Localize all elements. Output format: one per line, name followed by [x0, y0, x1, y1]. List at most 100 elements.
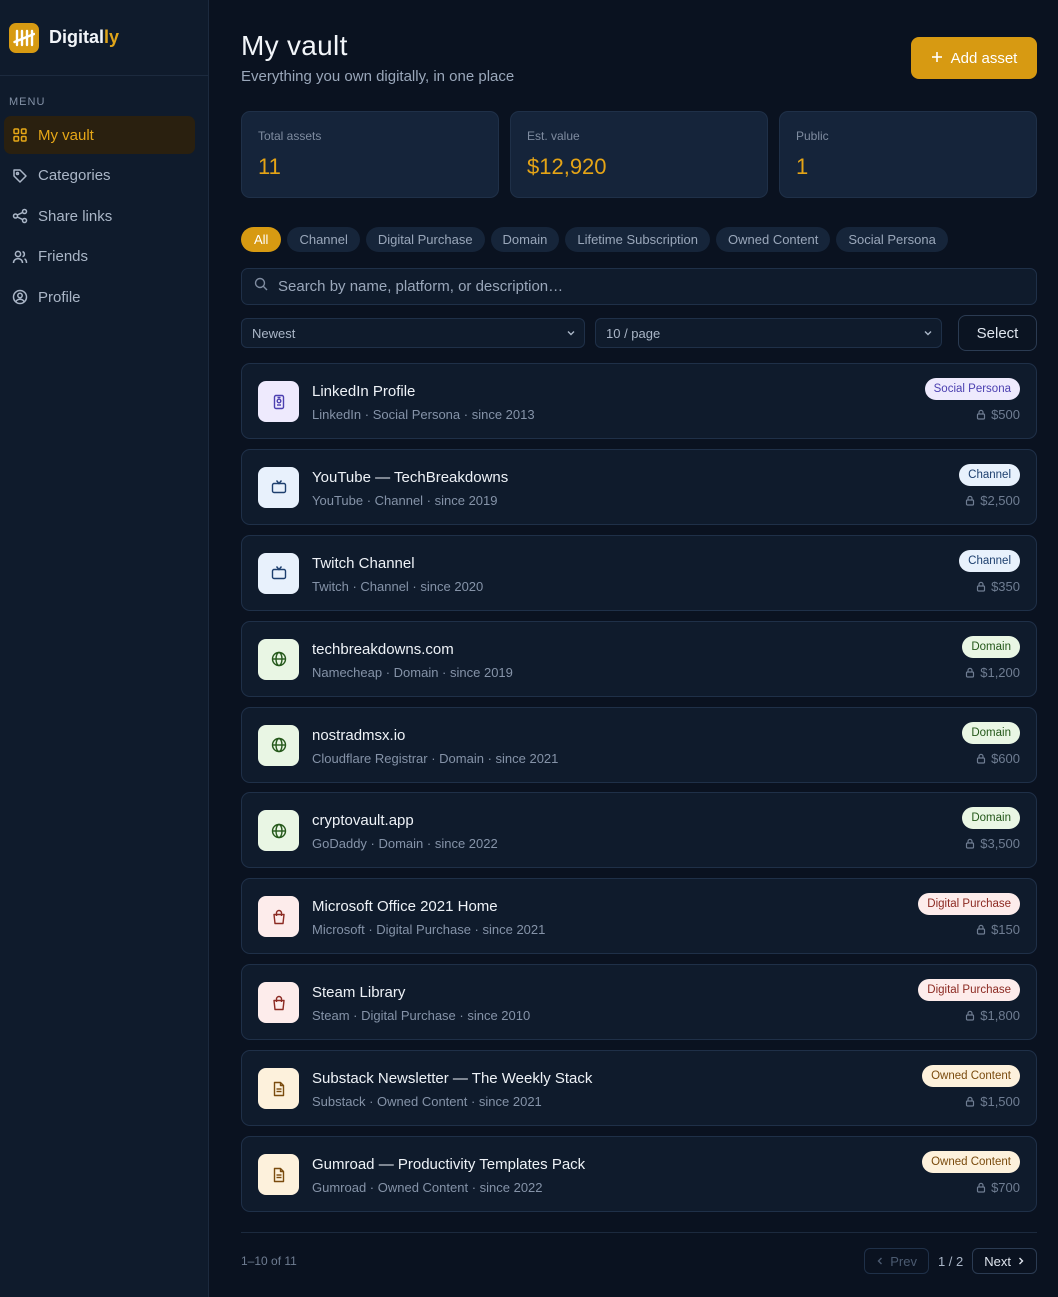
- lock-icon: [965, 495, 975, 506]
- asset-meta: Gumroad · Owned Content · since 2022: [312, 1180, 543, 1196]
- asset-meta: Microsoft · Digital Purchase · since 202…: [312, 922, 546, 938]
- share-icon: [11, 207, 29, 225]
- shopping-bag-icon: [258, 896, 299, 938]
- lock-icon: [976, 753, 986, 764]
- search-icon: [254, 277, 268, 296]
- category-badge: Domain: [962, 721, 1020, 744]
- filter-chip-lifetime-subscription[interactable]: Lifetime Subscription: [565, 227, 711, 252]
- sidebar-item-share-links[interactable]: Share links: [4, 197, 195, 235]
- asset-value: $1,500: [965, 1094, 1020, 1109]
- filter-chip-owned-content[interactable]: Owned Content: [716, 227, 831, 252]
- asset-row[interactable]: Gumroad — Productivity Templates Pack Gum…: [241, 1136, 1037, 1213]
- asset-value: $1,800: [965, 1008, 1020, 1023]
- asset-meta: Steam · Digital Purchase · since 2010: [312, 1008, 531, 1024]
- filter-chip-domain[interactable]: Domain: [490, 227, 560, 252]
- document-icon: [258, 1154, 299, 1196]
- asset-value-amount: $1,500: [980, 1094, 1020, 1110]
- stat-total-assets: Total assets 11: [241, 111, 499, 198]
- sidebar-item-friends[interactable]: Friends: [4, 238, 195, 276]
- asset-value: $350: [976, 579, 1020, 594]
- asset-title: Gumroad — Productivity Templates Pack: [312, 1156, 586, 1174]
- divider: [241, 1232, 1037, 1233]
- asset-meta: GoDaddy · Domain · since 2022: [312, 836, 498, 852]
- stat-public: Public 1: [779, 111, 1037, 198]
- shopping-bag-icon: [258, 982, 299, 1024]
- stat-label: Public: [796, 129, 829, 143]
- asset-row[interactable]: nostradmsx.io Cloudflare Registrar · Doma…: [241, 706, 1037, 783]
- filter-chip-all[interactable]: All: [241, 227, 282, 252]
- asset-value: $150: [976, 922, 1020, 937]
- asset-row[interactable]: techbreakdowns.com Namecheap · Domain · s…: [241, 620, 1037, 697]
- asset-row[interactable]: Microsoft Office 2021 Home Microsoft · Di…: [241, 878, 1037, 955]
- asset-row[interactable]: YouTube — TechBreakdowns YouTube · Channe…: [241, 448, 1037, 525]
- asset-title: Steam Library: [312, 984, 406, 1002]
- lock-icon: [965, 838, 975, 850]
- sidebar-item-label: Categories: [38, 167, 111, 184]
- filter-chip-social-persona[interactable]: Social Persona: [836, 227, 948, 252]
- sidebar-item-label: Share links: [38, 207, 113, 225]
- add-asset-button[interactable]: Add asset: [911, 37, 1037, 79]
- category-badge: Owned Content: [922, 1065, 1020, 1088]
- asset-title: LinkedIn Profile: [312, 383, 416, 400]
- asset-row[interactable]: Twitch Channel Twitch · Channel · since 2…: [241, 534, 1037, 611]
- sidebar-item-label: My vault: [38, 126, 94, 144]
- menu-label: MENU: [9, 96, 46, 108]
- asset-value-amount: $700: [991, 1180, 1020, 1196]
- asset-value: $1,200: [965, 665, 1020, 680]
- sidebar-item-label: Friends: [38, 248, 89, 265]
- asset-value: $3,500: [965, 836, 1020, 851]
- category-badge: Channel: [959, 463, 1020, 486]
- asset-meta: Namecheap · Domain · since 2019: [312, 664, 513, 680]
- asset-title: nostradmsx.io: [312, 726, 406, 744]
- lock-icon: [965, 1010, 975, 1021]
- asset-row[interactable]: cryptovault.app GoDaddy · Domain · since …: [241, 792, 1037, 869]
- sort-select-value: Newest: [252, 325, 296, 341]
- sidebar-item-profile[interactable]: Profile: [4, 278, 195, 316]
- next-page-button[interactable]: Next: [972, 1248, 1037, 1274]
- document-icon: [258, 1068, 299, 1110]
- filter-chip-channel[interactable]: Channel: [287, 227, 360, 252]
- stat-label: Total assets: [258, 129, 322, 143]
- page-size-select[interactable]: 10 / page: [595, 318, 942, 348]
- brand[interactable]: Digitally: [0, 0, 208, 76]
- asset-row[interactable]: LinkedIn Profile LinkedIn · Social Person…: [241, 363, 1037, 439]
- asset-title: cryptovault.app: [312, 812, 414, 830]
- pagination-range: 1–10 of 11: [241, 1254, 297, 1268]
- page-title: My vault: [241, 30, 348, 61]
- lock-icon: [976, 1182, 986, 1193]
- logo-icon: [9, 22, 39, 53]
- category-filter-chips: All Channel Digital Purchase Domain Life…: [241, 227, 948, 252]
- sidebar-item-my-vault[interactable]: My vault: [4, 116, 195, 154]
- lock-icon: [976, 581, 986, 592]
- asset-row[interactable]: Steam Library Steam · Digital Purchase · …: [241, 964, 1037, 1041]
- filter-chip-digital-purchase[interactable]: Digital Purchase: [365, 227, 485, 252]
- globe-icon: [258, 724, 299, 766]
- asset-value: $700: [976, 1180, 1020, 1195]
- asset-meta: Substack · Owned Content · since 2021: [312, 1094, 542, 1110]
- sort-select[interactable]: Newest: [241, 318, 585, 348]
- category-badge: Domain: [962, 807, 1020, 830]
- asset-row[interactable]: Substack Newsletter — The Weekly Stack Su…: [241, 1050, 1037, 1127]
- stat-value: 1: [796, 154, 809, 179]
- stat-est-value: Est. value $12,920: [510, 111, 768, 198]
- lock-icon: [976, 409, 986, 420]
- prev-page-button[interactable]: Prev: [864, 1248, 929, 1274]
- search-input[interactable]: [278, 278, 1018, 295]
- asset-title: Substack Newsletter — The Weekly Stack: [312, 1070, 593, 1088]
- sidebar-item-categories[interactable]: Categories: [4, 157, 195, 195]
- select-mode-button[interactable]: Select: [958, 315, 1037, 351]
- category-badge: Social Persona: [924, 378, 1020, 400]
- users-icon: [11, 248, 29, 266]
- category-badge: Digital Purchase: [918, 979, 1020, 1002]
- grid-icon: [11, 126, 29, 144]
- asset-value: $2,500: [965, 493, 1020, 508]
- asset-value-amount: $150: [991, 922, 1020, 938]
- asset-title: Twitch Channel: [312, 554, 415, 572]
- asset-title: YouTube — TechBreakdowns: [312, 468, 509, 486]
- plus-icon: [931, 50, 943, 67]
- asset-title: techbreakdowns.com: [312, 640, 454, 658]
- tag-icon: [11, 167, 29, 185]
- asset-title: Microsoft Office 2021 Home: [312, 898, 498, 916]
- category-badge: Owned Content: [922, 1151, 1020, 1174]
- brand-name: Digitally: [49, 27, 120, 47]
